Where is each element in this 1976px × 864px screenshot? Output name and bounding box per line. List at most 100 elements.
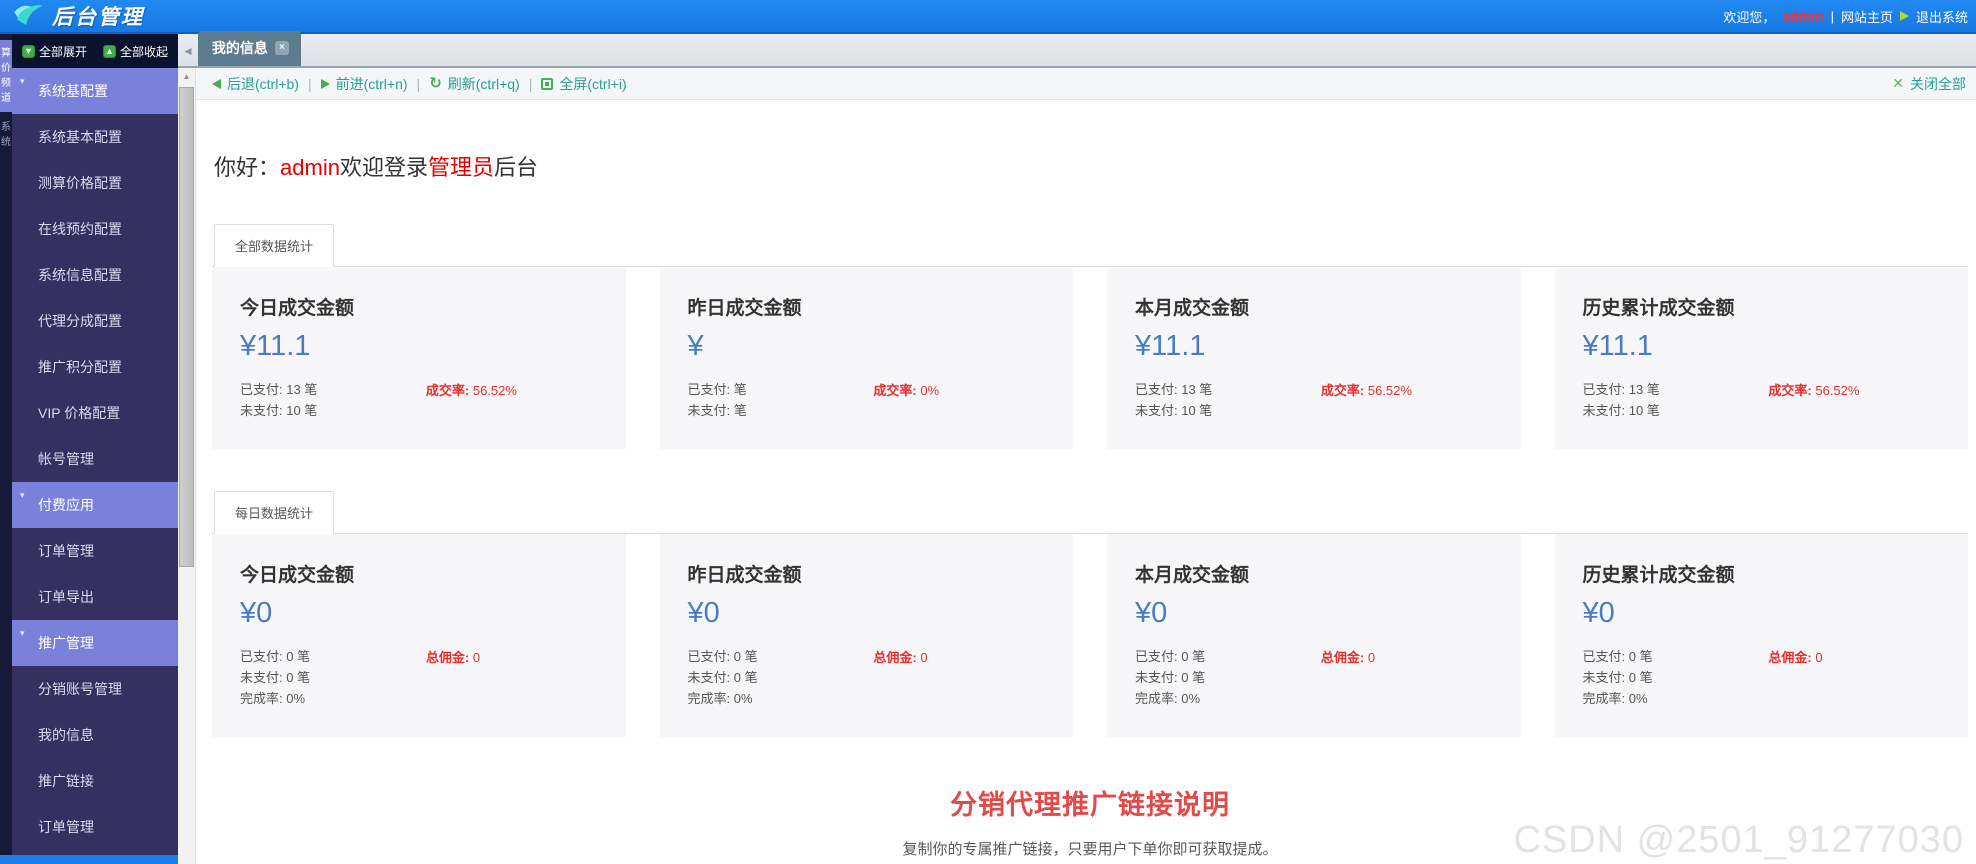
body: 算价频道 系统 ▼ 全部展开 ▲ 全部收起 ▾ 系统基配置 系统基本配置 测算价… — [0, 31, 1976, 864]
refresh-label: 刷新(ctrl+q) — [447, 75, 520, 92]
vertical-tab-price-channel[interactable]: 算价频道 — [0, 40, 12, 112]
sidebar-item-my-info[interactable]: 我的信息 — [12, 712, 178, 758]
sidebar-item-label: 我的信息 — [38, 727, 94, 743]
refresh-button[interactable]: ↻ 刷新(ctrl+q) — [429, 74, 520, 94]
forward-button[interactable]: 前进(ctrl+n) — [320, 74, 408, 94]
card-highlight: 总佣金: 0 — [425, 650, 481, 666]
sidebar-item-vip-price-config[interactable]: VIP 价格配置 — [12, 390, 178, 436]
stat-card-yesterday: 昨日成交金额 ¥ 已支付: 笔 未支付: 笔 成交率: 0% — [659, 267, 1073, 450]
card-title: 历史累计成交金额 — [1582, 298, 1735, 319]
sidebar-bottom-bar — [0, 855, 178, 864]
stat-line: 已支付: 0 笔 — [240, 649, 311, 665]
stat-card-today-daily: 今日成交金额 ¥0 已支付: 0 笔 未支付: 0 笔 完成率: 0% 总佣金:… — [212, 534, 626, 738]
close-icon: ✕ — [1892, 75, 1904, 91]
fullscreen-button[interactable]: 全屏(ctrl+i) — [541, 74, 627, 94]
back-label: 后退(ctrl+b) — [227, 75, 299, 92]
sidebar-item-system-info-config[interactable]: 系统信息配置 — [12, 252, 178, 298]
sidebar-group-promotion[interactable]: ▾ 推广管理 — [12, 620, 178, 666]
sidebar-item-distributor-accounts[interactable]: 分销账号管理 — [12, 666, 178, 712]
sidebar-item-label: VIP 价格配置 — [38, 405, 121, 421]
stat-card-history-daily: 历史累计成交金额 ¥0 已支付: 0 笔 未支付: 0 笔 完成率: 0% 总佣… — [1554, 534, 1968, 738]
fullscreen-label: 全屏(ctrl+i) — [559, 75, 627, 92]
page-toolbar: 后退(ctrl+b) | 前进(ctrl+n) | ↻ 刷新(ctrl+q) | — [196, 68, 1976, 100]
stat-line: 已支付: 13 笔 — [1135, 382, 1213, 397]
arrow-up-icon: ▲ — [103, 44, 117, 58]
greeting-role: 管理员 — [427, 155, 494, 180]
sidebar-item-order-management-2[interactable]: 订单管理 — [12, 804, 178, 850]
close-all-button[interactable]: ✕ 关闭全部 — [1892, 74, 1966, 94]
card-title: 本月成交金额 — [1135, 298, 1250, 319]
sidebar-item-label: 推广链接 — [38, 773, 94, 789]
forward-arrow-icon — [320, 78, 330, 89]
scrollbar-up-icon[interactable]: ▲ — [178, 68, 195, 86]
welcome-text: 欢迎您， — [1723, 9, 1776, 25]
scrollbar-thumb[interactable] — [179, 87, 194, 567]
card-title: 昨日成交金额 — [687, 298, 802, 319]
back-button[interactable]: 后退(ctrl+b) — [212, 74, 299, 94]
collapsed-panel-strip[interactable]: 算价频道 系统 — [0, 34, 12, 864]
sidebar-item-order-management[interactable]: 订单管理 — [12, 528, 178, 574]
card-title: 今日成交金额 — [240, 298, 355, 319]
sidebar-group-system-base[interactable]: ▾ 系统基配置 — [12, 68, 178, 114]
sidebar-item-promo-points-config[interactable]: 推广积分配置 — [12, 344, 178, 390]
sidebar-item-label: 推广管理 — [38, 635, 94, 651]
sidebar-item-price-calc-config[interactable]: 测算价格配置 — [12, 160, 178, 206]
card-value: ¥0 — [1135, 597, 1168, 630]
sidebar-item-system-basic-config[interactable]: 系统基本配置 — [12, 114, 178, 160]
sidebar: ▼ 全部展开 ▲ 全部收起 ▾ 系统基配置 系统基本配置 测算价格配置 在线预约… — [0, 34, 178, 864]
vertical-tab-system[interactable]: 系统 — [0, 112, 12, 158]
stat-line: 未支付: 0 笔 — [1582, 670, 1653, 686]
stat-card-yesterday-daily: 昨日成交金额 ¥0 已支付: 0 笔 未支付: 0 笔 完成率: 0% 总佣金:… — [659, 534, 1073, 738]
tab-close-icon[interactable]: × — [274, 41, 289, 55]
forward-label: 前进(ctrl+n) — [335, 75, 408, 92]
logo-swoosh-icon — [14, 2, 44, 31]
stat-card-today: 今日成交金额 ¥11.1 已支付: 13 笔 未支付: 10 笔 成交率: 56… — [212, 267, 626, 450]
stat-line: 完成率: 0% — [240, 691, 306, 707]
sidebar-item-online-booking-config[interactable]: 在线预约配置 — [12, 206, 178, 252]
stat-cards-row: 今日成交金额 ¥11.1 已支付: 13 笔 未支付: 10 笔 成交率: 56… — [212, 267, 1968, 450]
expand-all-button[interactable]: ▼ 全部展开 — [22, 43, 87, 60]
section-tab-bar: 每日数据统计 — [212, 491, 1968, 535]
promo-title: 分销代理推广链接说明 — [950, 790, 1230, 821]
sidebar-item-account-management[interactable]: 帐号管理 — [12, 436, 178, 482]
sidebar-item-label: 测算价格配置 — [38, 175, 122, 191]
card-highlight: 成交率: 56.52% — [1320, 383, 1412, 398]
card-highlight: 总佣金: 0 — [1768, 650, 1823, 666]
stat-line: 未支付: 笔 — [687, 403, 747, 419]
section-tab-bar: 全部数据统计 — [212, 224, 1968, 267]
topbar-user-area: 欢迎您， admin | 网站主页 退出系统 — [1723, 7, 1968, 26]
card-value: ¥11.1 — [240, 330, 311, 362]
logout-link[interactable]: 退出系统 — [1916, 7, 1968, 26]
tab-scroll-left-icon[interactable]: ◄ — [182, 44, 194, 58]
sidebar-item-promo-links[interactable]: 推广链接 — [12, 758, 178, 804]
card-value: ¥0 — [687, 597, 720, 630]
collapse-all-button[interactable]: ▲ 全部收起 — [103, 43, 168, 60]
stat-line: 已支付: 笔 — [687, 382, 747, 397]
tab-daily-data-stats[interactable]: 每日数据统计 — [214, 491, 335, 535]
home-link[interactable]: 网站主页 — [1841, 7, 1893, 26]
sidebar-item-label: 系统基本配置 — [38, 129, 122, 145]
sidebar-item-agent-share-config[interactable]: 代理分成配置 — [12, 298, 178, 344]
collapse-all-label: 全部收起 — [120, 44, 169, 59]
tab-all-data-stats[interactable]: 全部数据统计 — [214, 224, 335, 267]
logout-arrow-icon — [1899, 11, 1909, 21]
vertical-scrollbar[interactable]: ▲ — [178, 68, 196, 864]
sidebar-item-label: 在线预约配置 — [38, 221, 122, 237]
card-title: 历史累计成交金额 — [1582, 565, 1735, 587]
greeting-username: admin — [280, 155, 340, 180]
tab-my-info[interactable]: 我的信息 × — [197, 31, 301, 66]
refresh-icon: ↻ — [429, 75, 442, 92]
stat-line: 已支付: 0 笔 — [687, 649, 758, 665]
section-daily-stats: 每日数据统计 今日成交金额 ¥0 已支付: 0 笔 未支付: 0 笔 完成率: … — [212, 491, 1968, 738]
watermark: CSDN @2501_91277030 — [1513, 819, 1964, 861]
card-value: ¥0 — [1582, 597, 1615, 630]
sidebar-item-label: 付费应用 — [38, 497, 94, 513]
admin-screen: 后台管理 欢迎您， admin | 网站主页 退出系统 算价频道 系统 ▼ 全部… — [0, 0, 1976, 864]
topbar: 后台管理 欢迎您， admin | 网站主页 退出系统 — [0, 0, 1976, 34]
sidebar-item-label: 订单导出 — [38, 589, 94, 605]
sidebar-group-paid-apps[interactable]: ▾ 付费应用 — [12, 482, 178, 528]
stat-card-month: 本月成交金额 ¥11.1 已支付: 13 笔 未支付: 10 笔 成交率: 56… — [1107, 267, 1521, 450]
sidebar-tools: ▼ 全部展开 ▲ 全部收起 — [12, 34, 178, 68]
sidebar-item-order-export[interactable]: 订单导出 — [12, 574, 178, 620]
sidebar-item-label: 推广积分配置 — [38, 359, 122, 375]
